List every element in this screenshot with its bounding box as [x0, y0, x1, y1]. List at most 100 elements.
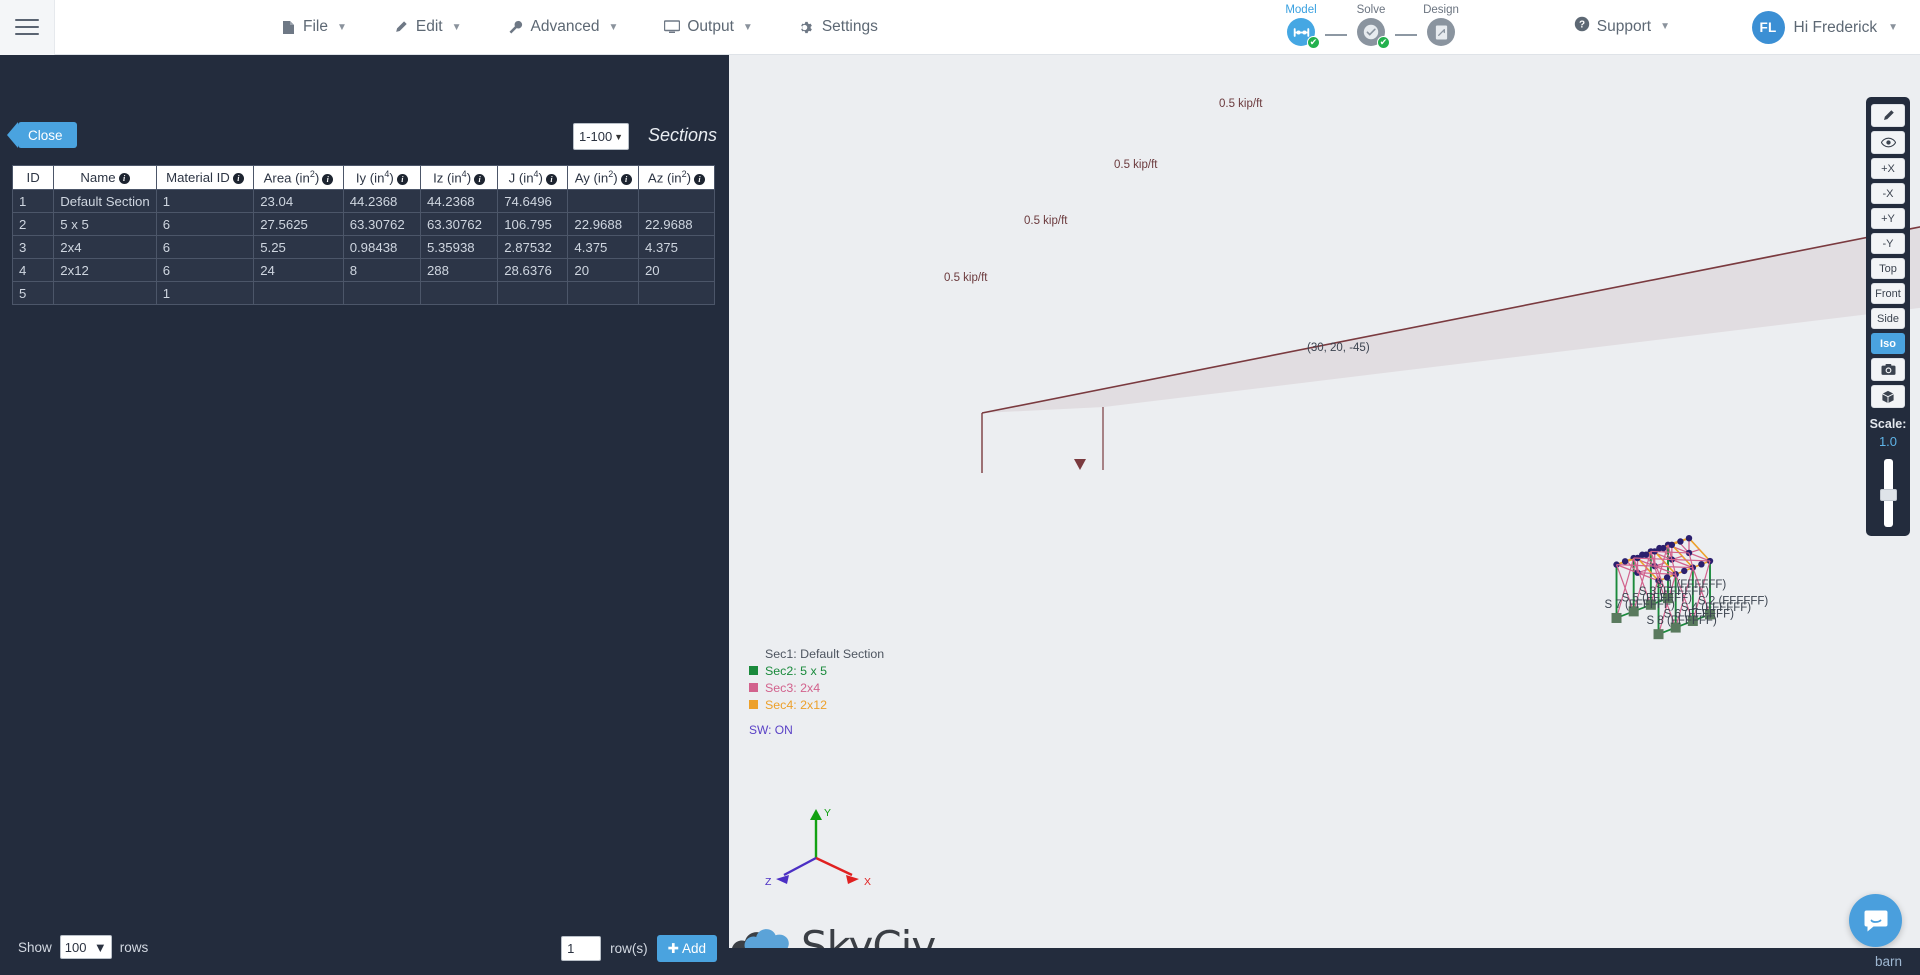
menu-item-edit[interactable]: Edit ▼ [393, 18, 462, 36]
table-cell[interactable]: 1 [11, 189, 55, 213]
info-icon[interactable]: i [620, 173, 632, 185]
info-icon[interactable]: i [694, 173, 706, 185]
col-az[interactable]: Az (in2) i [637, 165, 716, 190]
step-model[interactable]: Model ✔ [1277, 4, 1325, 49]
table-cell[interactable] [419, 281, 499, 305]
view-plus-y-button[interactable]: +Y [1871, 208, 1905, 229]
add-button[interactable]: ✚ Add [656, 935, 717, 962]
table-cell[interactable]: 4.375 [567, 235, 639, 259]
table-cell[interactable]: 6 [155, 258, 255, 282]
info-icon[interactable]: i [232, 173, 244, 184]
table-cell[interactable]: 8 [342, 258, 421, 282]
eye-icon[interactable] [1871, 131, 1905, 154]
table-cell[interactable]: 3 [11, 235, 55, 259]
table-row[interactable]: 3 2x4 6 5.25 0.98438 5.35938 2.87532 4.375 4.375 [11, 235, 716, 259]
table-cell[interactable]: 24 [253, 258, 344, 282]
support-menu[interactable]: ? Support ▼ [1574, 16, 1670, 37]
add-rows-input[interactable] [561, 936, 602, 961]
cube-icon[interactable] [1871, 385, 1905, 408]
table-cell[interactable]: 4.375 [637, 235, 716, 259]
table-cell[interactable] [342, 281, 421, 305]
table-cell[interactable]: 0.98438 [342, 235, 421, 259]
model-node[interactable] [1685, 535, 1693, 542]
table-cell[interactable]: 28.6376 [497, 258, 569, 282]
table-cell[interactable]: 22.9688 [567, 212, 639, 236]
table-cell[interactable] [567, 189, 639, 213]
table-cell[interactable]: 2 [11, 212, 55, 236]
col-name[interactable]: Name i [53, 165, 157, 190]
view-iso-button[interactable]: Iso [1871, 333, 1905, 354]
model-node[interactable] [1698, 561, 1705, 568]
table-cell[interactable]: 6 [155, 212, 255, 236]
rows-per-page-select[interactable]: 100 ▼ [59, 935, 112, 959]
table-cell[interactable] [53, 281, 157, 305]
model-node[interactable] [1621, 558, 1629, 565]
table-cell[interactable]: 63.30762 [342, 212, 421, 236]
table-row[interactable]: 51 [11, 281, 716, 305]
info-icon[interactable]: i [322, 173, 334, 185]
menu-item-settings[interactable]: Settings [799, 18, 878, 36]
info-icon[interactable]: i [545, 173, 557, 185]
table-cell[interactable]: 5.25 [253, 235, 344, 259]
model-node[interactable] [1642, 551, 1650, 558]
col-ay[interactable]: Ay (in2) i [567, 165, 639, 190]
support-marker[interactable] [1611, 612, 1622, 623]
model-member[interactable] [1637, 572, 1676, 575]
table-cell[interactable]: 20 [567, 258, 639, 282]
view-top-button[interactable]: Top [1871, 258, 1905, 279]
table-cell[interactable]: 20 [637, 258, 716, 282]
view-minus-x-button[interactable]: -X [1871, 183, 1905, 204]
edit-pencil-icon[interactable] [1871, 104, 1905, 127]
table-cell[interactable]: 6 [155, 235, 255, 259]
col-id[interactable]: ID [11, 165, 55, 190]
table-cell[interactable] [637, 281, 716, 305]
close-button[interactable]: Close [7, 122, 77, 148]
table-cell[interactable]: 288 [419, 258, 499, 282]
chat-support-button[interactable] [1849, 894, 1902, 947]
camera-icon[interactable] [1871, 358, 1905, 381]
table-cell[interactable]: 5 [11, 281, 55, 305]
col-iy[interactable]: Iy (in4) i [342, 165, 421, 190]
table-cell[interactable] [637, 189, 716, 213]
structural-model-render[interactable]: S 1 (FFFFFF)S 2 (FFFFFF)S 3 (FFFFFF)S 4 … [729, 55, 1920, 975]
model-3d-viewport[interactable]: S 1 (FFFFFF) S 2 (FFFFFF) S 3 (FFFFFF) S 4 … [729, 55, 1920, 975]
col-material-id[interactable]: Material ID i [155, 165, 255, 190]
model-member[interactable] [1671, 558, 1711, 562]
table-row[interactable]: 1 Default Section 1 23.04 44.2368 44.2368 74.6… [11, 189, 716, 213]
table-cell[interactable]: 2x4 [53, 235, 157, 259]
info-icon[interactable]: i [474, 173, 486, 185]
menu-item-output[interactable]: Output ▼ [664, 18, 753, 36]
view-side-button[interactable]: Side [1871, 308, 1905, 329]
table-cell[interactable]: 5.35938 [419, 235, 499, 259]
model-node[interactable] [1668, 541, 1676, 548]
table-cell[interactable]: 4 [11, 258, 55, 282]
model-node[interactable] [1681, 567, 1688, 575]
support-marker[interactable] [1653, 629, 1664, 640]
info-icon[interactable]: i [396, 173, 408, 185]
table-cell[interactable]: 5 x 5 [53, 212, 157, 236]
model-node[interactable] [1677, 538, 1684, 545]
col-iz[interactable]: Iz (in4) i [419, 165, 499, 190]
table-cell[interactable]: 23.04 [253, 189, 344, 213]
menu-item-advanced[interactable]: Advanced ▼ [508, 18, 618, 36]
table-cell[interactable]: 44.2368 [419, 189, 499, 213]
table-cell[interactable]: Default Section [53, 189, 157, 213]
model-node[interactable] [1660, 544, 1667, 552]
view-front-button[interactable]: Front [1871, 283, 1905, 304]
info-icon[interactable]: i [118, 173, 130, 184]
table-cell[interactable]: 27.5625 [253, 212, 344, 236]
table-cell[interactable]: 44.2368 [342, 189, 421, 213]
hamburger-icon[interactable] [0, 0, 55, 55]
user-account-menu[interactable]: FL Hi Frederick ▼ [1751, 11, 1898, 44]
step-solve[interactable]: Solve ✔ [1347, 4, 1395, 49]
table-cell[interactable]: 1 [155, 189, 255, 213]
view-minus-y-button[interactable]: -Y [1871, 233, 1905, 254]
page-range-select[interactable]: 1-100 ▼ [573, 123, 629, 150]
model-member[interactable] [1654, 565, 1693, 569]
step-design[interactable]: Design [1417, 4, 1465, 46]
col-area[interactable]: Area (in2) i [253, 165, 344, 190]
table-row[interactable]: 25 x 5 6 27.5625 63.30762 63.30762 106.795 22.… [11, 212, 716, 236]
table-cell[interactable]: 22.9688 [637, 212, 716, 236]
col-j[interactable]: J (in4) i [497, 165, 569, 190]
scale-slider[interactable] [1879, 458, 1897, 527]
